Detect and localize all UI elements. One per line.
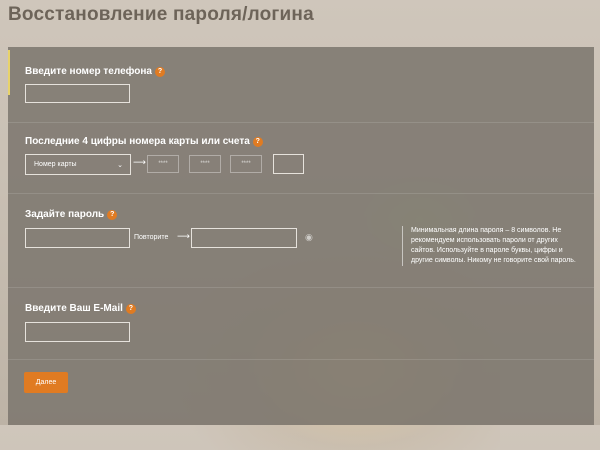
repeat-password-input[interactable] [191, 228, 297, 248]
help-icon[interactable]: ? [154, 66, 165, 77]
section-divider [8, 193, 594, 194]
card-label-text: Последние 4 цифры номера карты или счета [25, 136, 250, 147]
email-input[interactable] [25, 322, 130, 342]
next-button[interactable]: Далее [24, 372, 68, 393]
email-label: Введите Ваш E-Mail ? [25, 303, 136, 314]
password-label-text: Задайте пароль [25, 209, 105, 220]
card-type-select[interactable]: Номер карты ⌄ [25, 154, 131, 175]
help-icon[interactable]: ? [252, 136, 263, 147]
recovery-form: Введите номер телефона ? Последние 4 циф… [8, 47, 594, 425]
email-label-text: Введите Ваш E-Mail [25, 303, 123, 314]
section-divider [8, 359, 594, 360]
arrow-right-icon: ⟶ [133, 157, 146, 167]
password-input[interactable] [25, 228, 130, 248]
card-type-select-value: Номер карты [34, 161, 77, 168]
phone-label: Введите номер телефона ? [25, 66, 165, 77]
active-section-indicator [8, 50, 10, 95]
card-last-digits-input[interactable] [273, 154, 304, 174]
password-label: Задайте пароль ? [25, 209, 118, 220]
card-digits-field-1: **** [147, 155, 179, 173]
repeat-password-label: Повторите [134, 234, 169, 241]
chevron-down-icon: ⌄ [117, 161, 123, 169]
phone-label-text: Введите номер телефона [25, 66, 152, 77]
page-title: Восстановление пароля/логина [8, 4, 314, 25]
eye-icon[interactable]: ◉ [305, 232, 313, 243]
section-divider [8, 122, 594, 123]
card-label: Последние 4 цифры номера карты или счета… [25, 136, 263, 147]
help-icon[interactable]: ? [125, 303, 136, 314]
section-divider [8, 287, 594, 288]
arrow-right-icon: ⟶ [177, 231, 190, 241]
card-digits-field-2: **** [189, 155, 221, 173]
phone-input[interactable] [25, 84, 130, 103]
help-icon[interactable]: ? [107, 209, 118, 220]
password-hint: Минимальная длина пароля – 8 символов. Н… [402, 226, 581, 266]
card-digits-field-3: **** [230, 155, 262, 173]
